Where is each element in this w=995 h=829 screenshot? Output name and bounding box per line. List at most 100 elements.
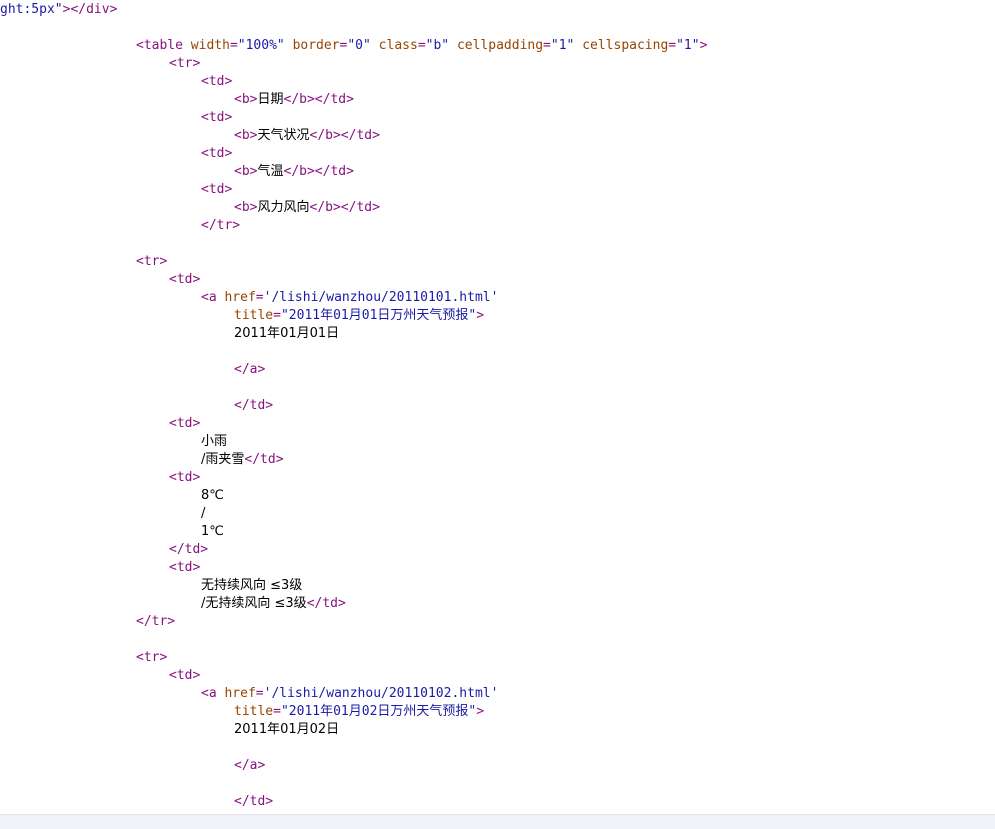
source-token: ></div>	[62, 2, 118, 17]
source-line: <td>	[201, 73, 232, 91]
source-token: <b>	[234, 128, 258, 143]
source-line: <td>	[169, 415, 200, 433]
source-token: 小雨	[201, 434, 228, 449]
source-line: /无持续风向 ≤3级</td>	[201, 595, 346, 613]
source-line: </td>	[234, 793, 273, 811]
source-token: title	[234, 704, 274, 719]
source-token: <td>	[201, 74, 233, 89]
source-token: "2011年01月01日万州天气预报"	[280, 308, 477, 323]
source-token: border	[292, 38, 340, 53]
source-token: "0"	[347, 38, 371, 53]
source-line: <tr>	[169, 55, 200, 73]
source-token: =	[255, 686, 264, 701]
source-token: "100%"	[237, 38, 285, 53]
source-line: 1℃	[201, 523, 224, 541]
source-token: =	[255, 290, 264, 305]
source-line: 2011年01月01日	[234, 325, 339, 343]
source-token: <td>	[169, 416, 201, 431]
source-line: 2011年01月02日	[234, 721, 339, 739]
source-line: </a>	[234, 361, 265, 379]
source-line: <td>	[169, 667, 200, 685]
source-token: <td>	[169, 668, 201, 683]
horizontal-scrollbar[interactable]	[0, 814, 995, 829]
source-line: title="2011年01月02日万州天气预报">	[234, 703, 484, 721]
source-token: =	[543, 38, 551, 53]
source-line: 小雨	[201, 433, 227, 451]
source-token: '/lishi/wanzhou/20110101.html'	[263, 290, 499, 305]
source-line: <b>气温</b></td>	[234, 163, 354, 181]
source-token: </b></td>	[283, 164, 354, 179]
source-token: cellpadding	[456, 38, 544, 53]
source-line: </a>	[234, 757, 265, 775]
source-line: </tr>	[201, 217, 240, 235]
source-token: width	[190, 38, 230, 53]
source-token: href	[224, 290, 256, 305]
source-token: =	[668, 38, 677, 53]
source-token: <td>	[169, 272, 201, 287]
source-token: 1℃	[201, 524, 224, 539]
source-line: <a href='/lishi/wanzhou/20110101.html'	[201, 289, 498, 307]
source-token: 无持续风向 ≤3级	[201, 578, 303, 593]
source-line: <b>天气状况</b></td>	[234, 127, 380, 145]
source-view: ght:5px"></div> <table width="100%" borde…	[0, 0, 995, 814]
source-token: href	[224, 686, 256, 701]
source-line: <tr>	[136, 649, 167, 667]
source-line: <td>	[201, 109, 232, 127]
source-token: <td>	[201, 110, 233, 125]
source-token: </td>	[234, 398, 274, 413]
source-token: 天气状况	[257, 128, 310, 143]
source-token: 8℃	[201, 488, 224, 503]
source-token: </td>	[306, 596, 346, 611]
source-token: </a>	[234, 362, 266, 377]
source-line: /	[201, 505, 205, 523]
source-token: 气温	[257, 164, 284, 179]
source-line: </tr>	[136, 613, 175, 631]
source-line: <td>	[201, 145, 232, 163]
source-token: <b>	[234, 200, 258, 215]
source-token: <tr>	[136, 254, 168, 269]
source-line: </td>	[234, 397, 273, 415]
source-token: <b>	[234, 164, 258, 179]
source-line: 8℃	[201, 487, 224, 505]
source-token: </tr>	[201, 218, 241, 233]
source-token: =	[229, 38, 238, 53]
source-line: <b>日期</b></td>	[234, 91, 354, 109]
source-line: <tr>	[136, 253, 167, 271]
source-token: </tr>	[136, 614, 176, 629]
source-token: 风力风向	[257, 200, 310, 215]
source-line: <td>	[169, 559, 200, 577]
source-token: "2011年01月02日万州天气预报"	[280, 704, 477, 719]
source-token: <td>	[169, 470, 201, 485]
source-line: <table width="100%" border="0" class="b"…	[136, 37, 707, 55]
source-token: "1"	[676, 38, 700, 53]
source-token	[574, 38, 582, 53]
source-token: >	[476, 308, 485, 323]
source-line: /雨夹雪</td>	[201, 451, 284, 469]
source-line: </td>	[169, 541, 208, 559]
source-token: <td>	[169, 560, 201, 575]
source-token: <b>	[234, 92, 258, 107]
source-token	[371, 38, 379, 53]
source-line: ght:5px"></div>	[0, 1, 117, 19]
source-token: =	[273, 308, 281, 323]
source-token: 2011年01月01日	[234, 326, 340, 341]
source-token: </td>	[244, 452, 284, 467]
source-token: "b"	[425, 38, 450, 53]
source-token: /	[201, 506, 206, 521]
source-line: <td>	[169, 469, 200, 487]
source-token: </td>	[169, 542, 209, 557]
source-line: <b>风力风向</b></td>	[234, 199, 380, 217]
source-token: </a>	[234, 758, 266, 773]
source-token: '/lishi/wanzhou/20110102.html'	[263, 686, 499, 701]
source-token: >	[476, 704, 485, 719]
source-line: <td>	[169, 271, 200, 289]
source-line: <a href='/lishi/wanzhou/20110102.html'	[201, 685, 498, 703]
source-line: title="2011年01月01日万州天气预报">	[234, 307, 484, 325]
source-line: 无持续风向 ≤3级	[201, 577, 302, 595]
source-token: >	[699, 38, 708, 53]
source-token: </b></td>	[309, 128, 380, 143]
source-token: </b></td>	[283, 92, 354, 107]
source-token: <a	[201, 686, 225, 701]
source-token: title	[234, 308, 274, 323]
source-token: 日期	[257, 92, 284, 107]
